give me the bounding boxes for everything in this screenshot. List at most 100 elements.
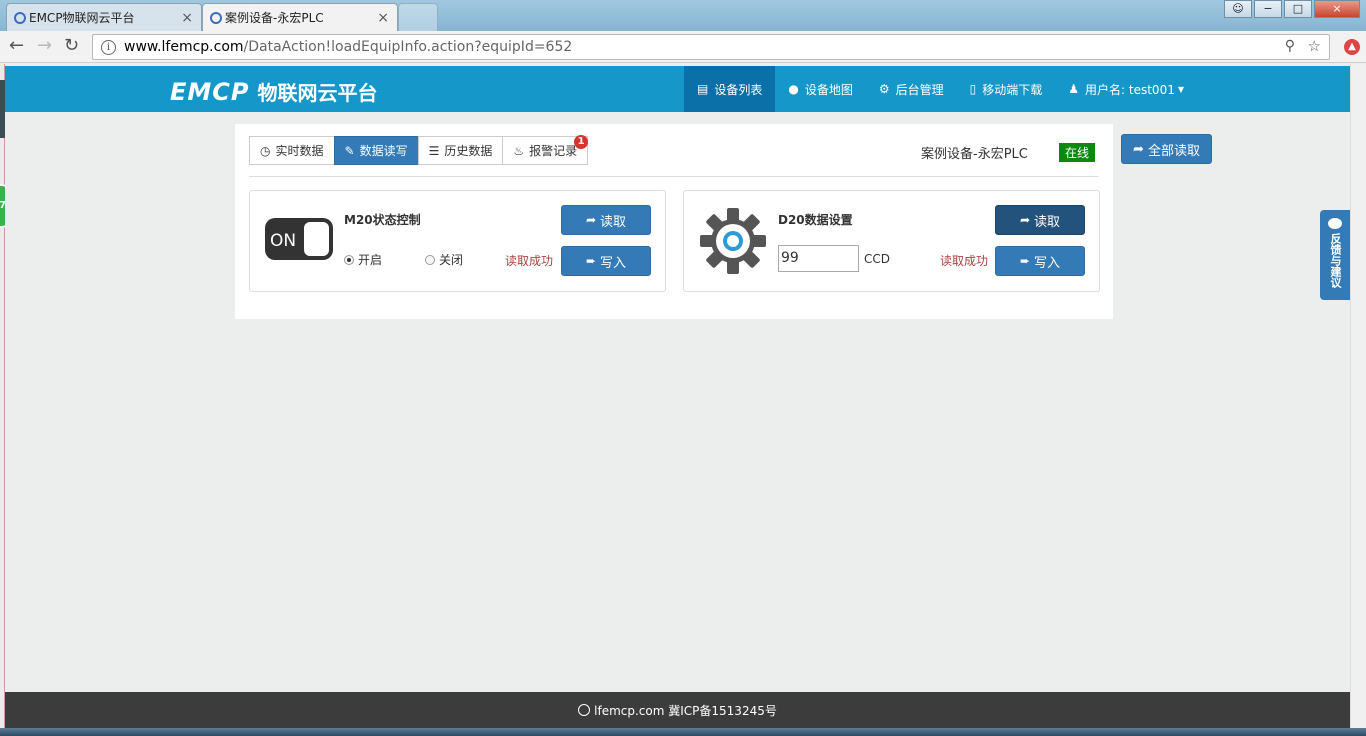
copyright-icon <box>578 704 591 716</box>
gear-icon <box>700 208 766 274</box>
value-input[interactable]: 99 <box>778 245 859 272</box>
device-name: 案例设备-永宏PLC <box>921 147 1028 162</box>
globe-icon: ● <box>788 82 799 96</box>
browser-tab-emcp[interactable]: EMCP物联网云平台 × <box>6 3 202 31</box>
tab-data-read-write[interactable]: ✎ 数据读写 <box>333 136 419 165</box>
card-d20-setting: D20数据设置 99 CCD 读取成功 ➦ 读取 ➨ 写入 <box>683 190 1100 292</box>
minimize-button[interactable]: − <box>1254 0 1282 18</box>
close-window-button[interactable]: × <box>1314 0 1360 18</box>
bookmark-star-icon[interactable]: ☆ <box>1308 37 1321 55</box>
status-badge: 在线 <box>1059 143 1096 162</box>
sign-out-icon: ➦ <box>1019 213 1031 227</box>
caret-down-icon: ▼ <box>1177 84 1184 94</box>
read-button[interactable]: ➦ 读取 <box>561 205 651 235</box>
close-icon[interactable]: × <box>181 10 193 26</box>
user-icon[interactable]: ☺ <box>1224 0 1252 18</box>
nav-item-mobile-download[interactable]: ▯ 移动端下载 <box>957 66 1056 112</box>
write-button[interactable]: ➨ 写入 <box>995 246 1085 276</box>
nav-item-device-map[interactable]: ● 设备地图 <box>775 66 866 112</box>
sign-out-icon: ➦ <box>585 213 597 227</box>
forward-icon[interactable]: → <box>37 37 52 55</box>
url-host: www.lfemcp.com <box>124 39 244 55</box>
switch-label: ON <box>270 231 296 251</box>
unit-label: CCD <box>864 252 890 266</box>
card-title: D20数据设置 <box>778 213 853 227</box>
card-title: M20状态控制 <box>344 213 421 227</box>
browser-toolbar: ← → ↻ i www.lfemcp.com/DataAction!loadEq… <box>0 31 1366 63</box>
radio-button[interactable] <box>425 254 435 265</box>
favicon-icon <box>14 12 26 24</box>
read-status: 读取成功 <box>940 254 989 268</box>
radio-on[interactable]: 开启 <box>344 251 382 268</box>
footer-text: lfemcp.com 冀ICP备1513245号 <box>594 703 777 718</box>
feedback-label: 反馈与建议 <box>1329 233 1342 288</box>
zoom-icon[interactable]: ⚲ <box>1285 38 1295 54</box>
browser-tab-device[interactable]: 案例设备-永宏PLC × <box>202 3 398 31</box>
feedback-button[interactable]: 反馈与建议 <box>1320 210 1350 300</box>
nav-item-label: 用户名: test001 <box>1085 82 1175 97</box>
browser-tab-title: EMCP物联网云平台 <box>29 11 135 25</box>
comment-icon <box>1328 218 1342 229</box>
nav-item-label: 设备地图 <box>804 82 853 97</box>
info-icon[interactable]: i <box>101 39 116 55</box>
write-button[interactable]: ➨ 写入 <box>561 246 651 276</box>
top-navbar: EMCP 物联网云平台 ▤ 设备列表 ● 设备地图 ⚙ 后台管理 ▯ 移动端下载… <box>5 66 1350 112</box>
sign-out-icon: ➦ <box>1133 141 1144 157</box>
card-m20-control: ON M20状态控制 开启 关闭 读取成功 ➦ 读取 ➨ 写入 <box>249 190 666 292</box>
tab-label: 数据读写 <box>359 144 408 158</box>
nav-item-label: 移动端下载 <box>982 82 1043 97</box>
sign-in-icon: ➨ <box>1019 254 1031 268</box>
read-button[interactable]: ➦ 读取 <box>995 205 1085 235</box>
read-all-button[interactable]: ➦ 全部读取 <box>1121 134 1212 164</box>
radio-button[interactable] <box>344 254 354 265</box>
read-status: 读取成功 <box>505 254 554 268</box>
reload-icon[interactable]: ↻ <box>64 37 79 55</box>
window-controls: ☺ − □ × <box>1222 0 1360 18</box>
url-path: /DataAction!loadEquipInfo.action?equipId… <box>243 39 573 55</box>
new-tab-button[interactable] <box>398 3 438 31</box>
close-icon[interactable]: × <box>377 10 389 26</box>
favicon-icon <box>210 12 222 24</box>
logo-subtitle: 物联网云平台 <box>257 81 378 105</box>
nav-item-label: 后台管理 <box>895 82 944 97</box>
radio-label: 开启 <box>358 253 383 267</box>
cogs-icon: ⚙ <box>878 82 890 96</box>
user-icon: ♟ <box>1068 82 1080 96</box>
extension-icon[interactable]: ▲ <box>1344 39 1360 55</box>
scrollbar[interactable] <box>1350 64 1366 728</box>
mobile-icon: ▯ <box>969 82 977 96</box>
page: EMCP 物联网云平台 ▤ 设备列表 ● 设备地图 ⚙ 后台管理 ▯ 移动端下载… <box>5 64 1350 728</box>
browser-tab-title: 案例设备-永宏PLC <box>225 11 324 25</box>
nav-item-label: 设备列表 <box>714 82 763 97</box>
tab-alarm-records[interactable]: ♨ 报警记录 1 <box>502 135 589 165</box>
device-panel: ◷ 实时数据 ✎ 数据读写 ☰ 历史数据 ♨ 报警记录 1 案例设备-永宏PLC… <box>235 124 1113 319</box>
radio-off[interactable]: 关闭 <box>425 251 463 268</box>
maximize-button[interactable]: □ <box>1284 0 1312 18</box>
nav-item-user[interactable]: ♟ 用户名: test001 ▼ <box>1055 66 1197 112</box>
button-label: 全部读取 <box>1147 143 1200 159</box>
alarm-badge: 1 <box>574 135 589 149</box>
radio-label: 关闭 <box>439 253 464 267</box>
tab-history-data[interactable]: ☰ 历史数据 <box>417 136 504 165</box>
clock-icon: ◷ <box>260 143 271 158</box>
footer: lfemcp.com 冀ICP备1513245号 <box>5 692 1350 728</box>
tab-label: 实时数据 <box>275 144 324 158</box>
list-icon: ☰ <box>428 143 440 158</box>
tab-realtime-data[interactable]: ◷ 实时数据 <box>249 136 335 165</box>
button-label: 写入 <box>1034 255 1061 271</box>
list-icon: ▤ <box>697 82 709 96</box>
tab-label: 历史数据 <box>444 144 493 158</box>
browser-tabstrip: EMCP物联网云平台 × 案例设备-永宏PLC × ☺ − □ × <box>0 0 1366 31</box>
nav-item-admin[interactable]: ⚙ 后台管理 <box>866 66 957 112</box>
address-bar[interactable]: i www.lfemcp.com/DataAction!loadEquipInf… <box>92 34 1330 60</box>
logo[interactable]: EMCP 物联网云平台 <box>170 77 377 106</box>
back-icon[interactable]: ← <box>9 37 24 55</box>
pencil-icon: ✎ <box>344 143 355 158</box>
toggle-switch-icon: ON <box>265 218 333 260</box>
button-label: 读取 <box>600 214 627 230</box>
sign-in-icon: ➨ <box>585 254 597 268</box>
nav-item-device-list[interactable]: ▤ 设备列表 <box>684 66 776 112</box>
bell-icon: ♨ <box>513 143 525 158</box>
tab-label: 报警记录 <box>529 144 578 158</box>
button-label: 读取 <box>1034 214 1061 230</box>
